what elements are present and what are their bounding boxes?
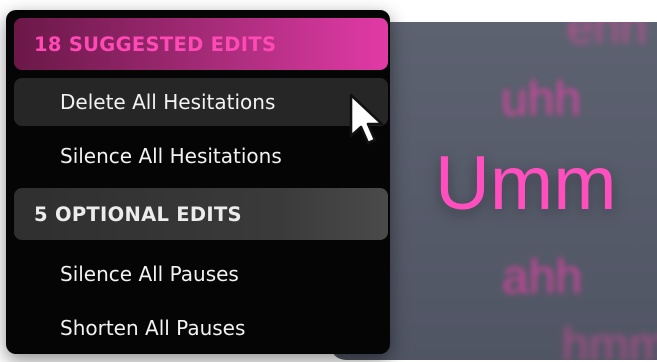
filler-word-uhh: uhh [501, 73, 582, 126]
filler-word-umm: Umm [435, 141, 617, 226]
mouse-pointer-icon [349, 93, 384, 145]
menu-item-silence-all-hesitations[interactable]: Silence All Hesitations [14, 132, 388, 180]
menu-item-label: Silence All Pauses [60, 262, 239, 286]
optional-edits-header[interactable]: 5 OPTIONAL EDITS [14, 188, 388, 240]
filler-word-hmm: hmm [562, 319, 657, 360]
menu-item-silence-all-pauses[interactable]: Silence All Pauses [14, 250, 388, 298]
filler-word-ehh: ehh [567, 22, 648, 54]
suggested-edits-header[interactable]: 18 SUGGESTED EDITS [14, 18, 388, 70]
menu-item-delete-all-hesitations[interactable]: Delete All Hesitations [14, 78, 388, 126]
menu-item-label: Delete All Hesitations [60, 90, 276, 114]
menu-item-label: Silence All Hesitations [60, 144, 282, 168]
filler-word-ahh: ahh [502, 251, 583, 304]
menu-item-label: Shorten All Pauses [60, 316, 246, 340]
menu-item-shorten-all-pauses[interactable]: Shorten All Pauses [14, 304, 388, 352]
edits-menu: 18 SUGGESTED EDITS Delete All Hesitation… [6, 10, 390, 354]
